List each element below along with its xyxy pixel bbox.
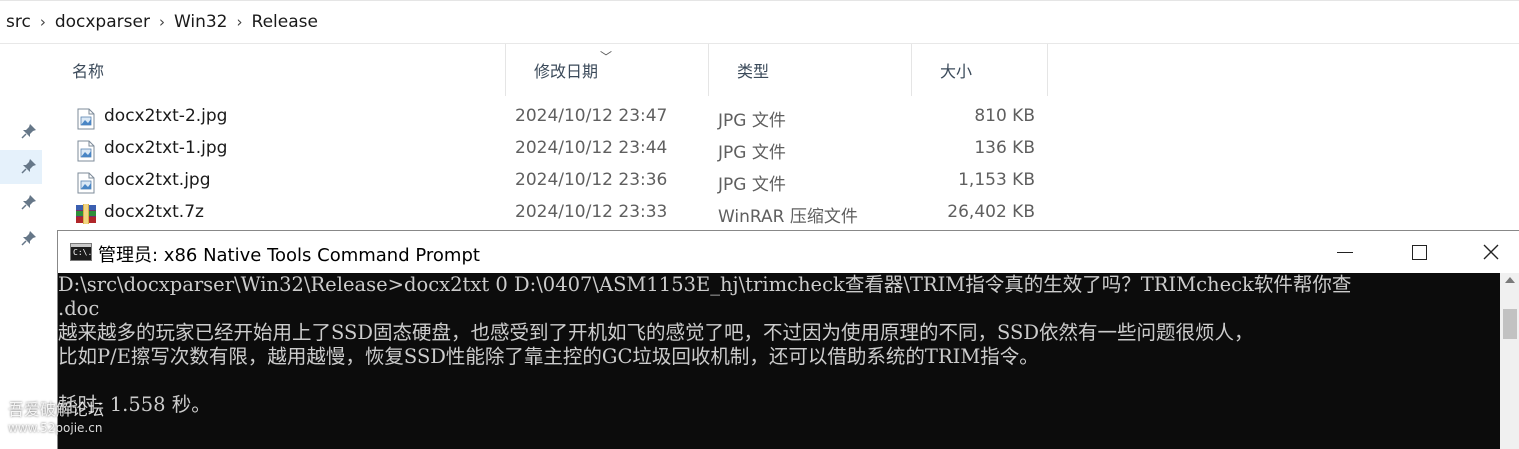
scrollbar-thumb[interactable] [1503,309,1517,339]
terminal-line: .doc [58,297,100,320]
file-size: 26,402 KB [947,202,1035,222]
chevron-right-icon[interactable]: › [32,13,54,31]
command-prompt-icon-text: C:\. [73,248,93,257]
file-row[interactable]: docx2txt.jpg 2024/10/12 23:36 JPG 文件 1,1… [44,165,1048,197]
breadcrumb-item-src[interactable]: src [5,12,32,32]
column-header-type[interactable]: 类型 [709,44,912,96]
terminal-line: 耗时: 1.558 秒。 [58,393,211,416]
pin-icon[interactable] [20,230,38,248]
terminal-line: 越来越多的玩家已经开始用上了SSD固态硬盘，也感受到了开机如飞的感觉了吧，不过因… [58,321,1254,344]
maximize-button[interactable] [1384,231,1454,273]
file-date: 2024/10/12 23:33 [515,202,668,222]
pin-icon[interactable] [20,123,38,141]
sort-chevron-down-icon: ﹀ [600,50,613,64]
navigation-pane [0,44,44,449]
chevron-right-icon[interactable]: › [229,13,251,31]
file-date: 2024/10/12 23:44 [515,138,668,158]
file-size: 810 KB [974,106,1035,126]
command-prompt-icon[interactable]: C:\. [70,243,92,261]
breadcrumb-item-win32[interactable]: Win32 [173,12,229,32]
file-date: 2024/10/12 23:47 [515,106,668,126]
file-name: docx2txt.jpg [104,170,211,190]
command-prompt-window[interactable]: C:\. 管理员: x86 Native Tools Command Promp… [57,230,1519,449]
title-bar[interactable]: C:\. 管理员: x86 Native Tools Command Promp… [58,231,1519,273]
pin-icon[interactable] [20,194,38,212]
vertical-scrollbar[interactable] [1500,273,1519,449]
image-file-icon [77,140,95,162]
file-row[interactable]: docx2txt-1.jpg 2024/10/12 23:44 JPG 文件 1… [44,133,1048,165]
file-name: docx2txt.7z [104,202,204,222]
breadcrumb-item-docxparser[interactable]: docxparser [54,12,151,32]
watermark-name: 吾爱破解论坛 [8,400,105,419]
breadcrumb-item-release[interactable]: Release [251,12,319,32]
close-button[interactable] [1456,231,1519,273]
watermark-url: www.52pojie.cn [8,421,103,435]
file-date: 2024/10/12 23:36 [515,170,668,190]
breadcrumb: src › docxparser › Win32 › Release [0,0,1519,44]
minimize-icon [1337,251,1353,253]
image-file-icon [77,172,95,194]
window-title: 管理员: x86 Native Tools Command Prompt [98,245,480,266]
file-size: 136 KB [974,138,1035,158]
file-name: docx2txt-2.jpg [104,106,228,126]
file-row[interactable]: docx2txt.7z 2024/10/12 23:33 WinRAR 压缩文件… [44,197,1048,229]
pin-icon[interactable] [20,158,38,176]
scroll-up-arrow-icon[interactable] [1505,277,1515,283]
file-type: JPG 文件 [718,175,786,195]
winrar-archive-icon [76,204,96,224]
file-type: WinRAR 压缩文件 [718,207,858,227]
column-header-row: 名称 修改日期 类型 大小 ﹀ [44,44,1048,96]
file-name: docx2txt-1.jpg [104,138,228,158]
terminal-line: D:\src\docxparser\Win32\Release>docx2txt… [58,273,1352,296]
file-row[interactable]: docx2txt-2.jpg 2024/10/12 23:47 JPG 文件 8… [44,101,1048,133]
image-file-icon [77,108,95,130]
column-header-size[interactable]: 大小 [912,44,1048,96]
terminal-output[interactable]: D:\src\docxparser\Win32\Release>docx2txt… [58,273,1500,449]
minimize-button[interactable] [1310,231,1380,273]
file-size: 1,153 KB [958,170,1035,190]
file-type: JPG 文件 [718,111,786,131]
file-type: JPG 文件 [718,143,786,163]
column-header-name[interactable]: 名称 [44,44,506,96]
chevron-right-icon[interactable]: › [151,13,173,31]
close-icon [1483,244,1499,260]
site-watermark: 吾爱破解论坛 www.52pojie.cn [8,400,138,436]
terminal-line: 比如P/E擦写次数有限，越用越慢，恢复SSD性能除了靠主控的GC垃圾回收机制，还… [58,345,1039,368]
maximize-icon [1411,244,1427,260]
